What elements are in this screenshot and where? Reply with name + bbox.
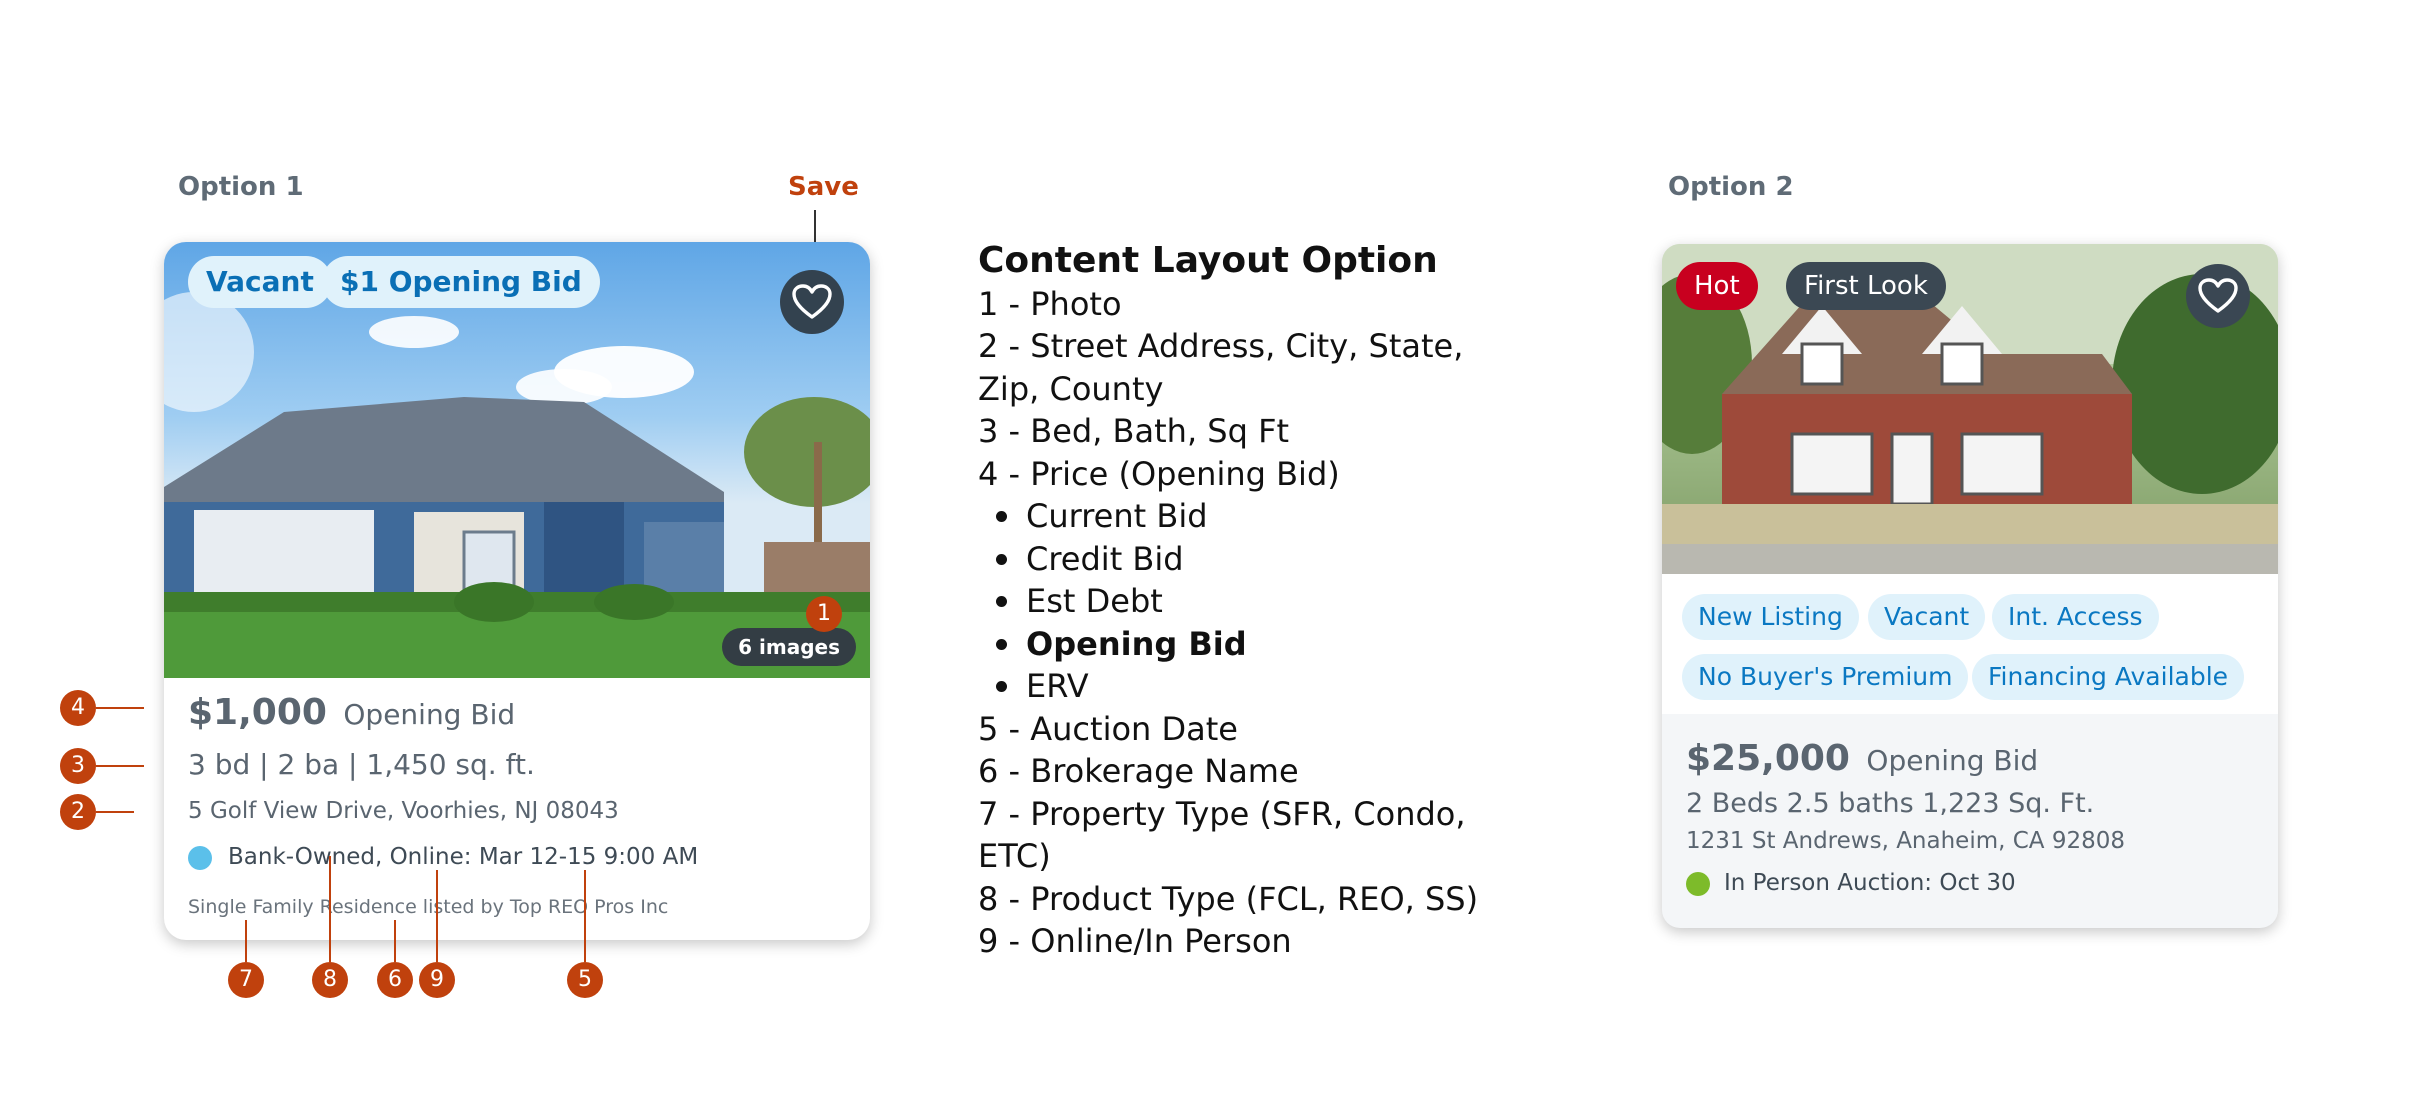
street-address: 5 Golf View Drive, Voorhies, NJ 08043 — [188, 798, 619, 824]
option1-label: Option 1 — [178, 172, 304, 202]
marker-online: 9 — [419, 962, 455, 998]
price-label: Opening Bid — [343, 698, 516, 731]
tag-vacant: Vacant — [1868, 594, 1986, 640]
auction-info: Bank-Owned, Online: Mar 12-15 9:00 AM — [228, 844, 699, 870]
badge-vacant: Vacant — [188, 256, 332, 308]
beds-baths-sqft: 3 bd | 2 ba | 1,450 sq. ft. — [188, 748, 535, 781]
tag-financing-available: Financing Available — [1972, 654, 2245, 700]
street-address: 1231 St Andrews, Anaheim, CA 92808 — [1686, 828, 2126, 854]
legend-bullet-selected: Opening Bid — [978, 623, 1538, 666]
save-heart-button[interactable] — [780, 270, 844, 334]
save-callout-label: Save — [788, 172, 859, 202]
first-look-pill: First Look — [1786, 262, 1946, 310]
content-layout-legend: Content Layout Option 1 - Photo 2 - Stre… — [978, 240, 1538, 963]
marker-address-line — [96, 811, 134, 813]
legend-item: 5 - Auction Date — [978, 709, 1238, 748]
save-heart-button[interactable] — [2186, 264, 2250, 328]
legend-bullet: Current Bid — [978, 495, 1538, 538]
in-person-status-dot — [1686, 872, 1710, 896]
marker-property-type-line — [245, 920, 247, 962]
legend-item: 8 - Product Type (FCL, REO, SS) — [978, 879, 1479, 918]
heart-icon — [792, 284, 832, 319]
marker-auction-date-line — [584, 870, 586, 962]
online-status-dot — [188, 846, 212, 870]
tag-new-listing: New Listing — [1682, 594, 1859, 640]
marker-property-type: 7 — [228, 962, 264, 998]
marker-bed-bath: 3 — [60, 748, 96, 784]
price-value: $25,000 — [1686, 738, 1850, 779]
marker-brokerage-line — [394, 920, 396, 962]
auction-info: In Person Auction: Oct 30 — [1724, 870, 2016, 896]
price-label: Opening Bid — [1866, 744, 2039, 777]
legend-item: 3 - Bed, Bath, Sq Ft — [978, 412, 1290, 450]
marker-price: 4 — [60, 690, 96, 726]
marker-online-line — [436, 870, 438, 962]
legend-title: Content Layout Option — [978, 240, 1438, 281]
legend-bullet: Credit Bid — [978, 538, 1538, 581]
beds-baths-sqft: 2 Beds 2.5 baths 1,223 Sq. Ft. — [1686, 788, 2095, 819]
tag-no-buyers-premium: No Buyer's Premium — [1682, 654, 1969, 700]
price-row: $1,000 Opening Bid — [188, 692, 515, 733]
marker-photo: 1 — [806, 596, 842, 632]
marker-product-type-line — [329, 856, 331, 962]
tag-int-access: Int. Access — [1992, 594, 2159, 640]
legend-item: 2 - Street Address, City, State, — [978, 327, 1464, 365]
marker-price-line — [96, 707, 144, 709]
legend-bullet: ERV — [978, 665, 1538, 708]
option2-label: Option 2 — [1668, 172, 1794, 202]
marker-address: 2 — [60, 794, 96, 830]
marker-auction-date: 5 — [567, 962, 603, 998]
legend-item: 6 - Brokerage Name — [978, 752, 1299, 790]
badge-opening-bid: $1 Opening Bid — [322, 256, 600, 308]
legend-bullet: Est Debt — [978, 580, 1538, 623]
price-value: $1,000 — [188, 692, 327, 733]
listing-card-option2[interactable]: Hot First Look New Listing Vacant Int. A… — [1662, 244, 2278, 928]
heart-icon — [2198, 278, 2238, 313]
marker-product-type: 8 — [312, 962, 348, 998]
image-count-badge[interactable]: 6 images — [722, 628, 856, 666]
legend-item: 9 - Online/In Person — [978, 922, 1292, 960]
legend-item: 7 - Property Type (SFR, Condo, ETC) — [978, 794, 1466, 876]
marker-brokerage: 6 — [377, 962, 413, 998]
listing-card-option1[interactable]: Vacant $1 Opening Bid 6 images $1,000 Op… — [164, 242, 870, 940]
tag-row: New Listing Vacant Int. Access No Buyer'… — [1662, 574, 2278, 714]
hot-pill: Hot — [1676, 262, 1758, 310]
legend-item: 1 - Photo — [978, 284, 1122, 323]
legend-item: 4 - Price (Opening Bid) — [978, 454, 1340, 493]
legend-item: Zip, County — [978, 369, 1164, 408]
price-row: $25,000 Opening Bid — [1686, 738, 2038, 779]
marker-bed-bath-line — [96, 765, 144, 767]
listing-note: Single Family Residence listed by Top RE… — [188, 896, 669, 918]
